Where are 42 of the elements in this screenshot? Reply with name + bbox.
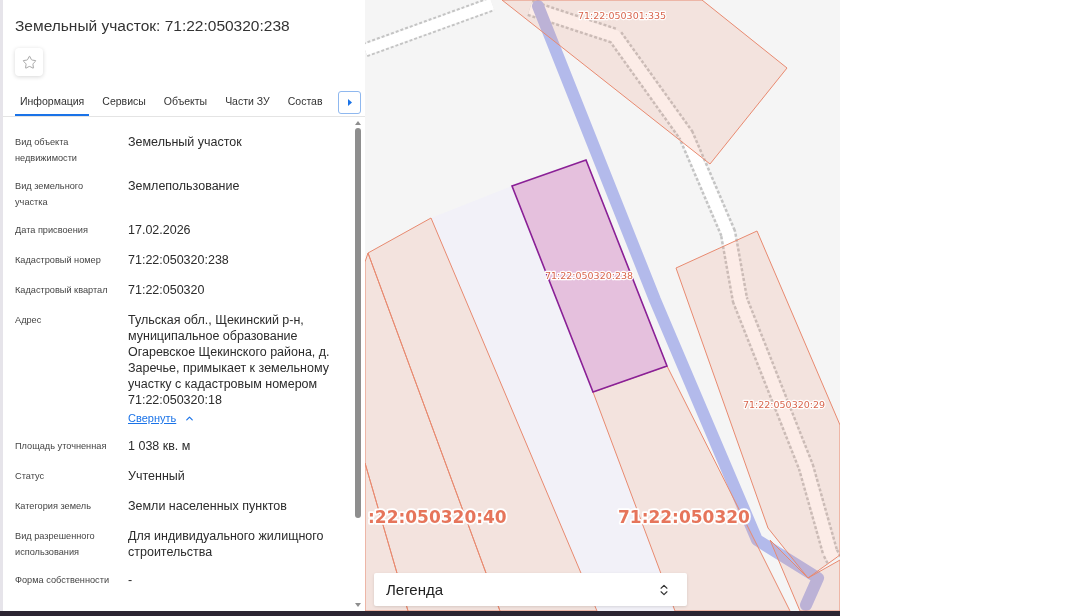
star-icon	[21, 54, 37, 70]
parcel-polygon[interactable]	[501, 0, 788, 165]
field-label: Кадастровый квартал	[15, 284, 109, 297]
field-label: Вид земельного участка	[15, 180, 85, 209]
field-value: Землепользование	[128, 178, 240, 194]
tab[interactable]: Сервисы	[97, 88, 151, 116]
field-label: Вид разрешенного использования	[15, 530, 96, 559]
scroll-up-icon[interactable]	[355, 121, 361, 125]
selected-parcel-polygon[interactable]	[510, 159, 669, 393]
tab[interactable]: Объекты	[158, 88, 213, 116]
field-value: -	[128, 572, 133, 588]
field-label: Дата присвоения	[15, 224, 89, 237]
legend-select[interactable]: Легенда	[374, 573, 687, 606]
field-value: 1 038 кв. м	[128, 438, 191, 454]
field-label: Категория земель	[15, 500, 92, 513]
field-value: Тульская обл., Щекинский р-н, муниципальное образование Огаревское Щекинского района, д. Заречье, примыкает к земельному участку с кадастровым номером 71:22:050320:18	[128, 312, 331, 408]
collapse-link[interactable]: Свернуть	[128, 410, 196, 426]
field-value: Земли населенных пунктов	[128, 498, 287, 514]
field-label: Форма собственности	[15, 574, 111, 587]
field-value: Учтенный	[128, 468, 185, 484]
field-value: Земельный участок	[128, 134, 242, 150]
tab[interactable]: Состав	[282, 88, 328, 116]
scroll-down-icon[interactable]	[355, 603, 361, 607]
parcel-polygon[interactable]	[769, 539, 840, 611]
favorite-button[interactable]	[15, 48, 43, 76]
caret-right-icon	[347, 98, 352, 106]
field-value: Для индивидуального жилищного строительства	[128, 528, 325, 560]
tabs-next-button[interactable]	[338, 90, 361, 114]
tab[interactable]: Информация	[15, 88, 90, 116]
field-value: 71:22:050320	[128, 282, 205, 298]
field-label: Вид объекта недвижимости	[15, 136, 78, 165]
field-value: 17.02.2026	[128, 222, 191, 238]
field-label: Кадастровый номер	[15, 254, 102, 267]
field-label: Адрес	[15, 314, 43, 327]
scrollbar-thumb[interactable]	[355, 128, 361, 518]
panel-title: Земельный участок: 71:22:050320:238	[15, 16, 290, 36]
field-value: 71:22:050320:238	[128, 252, 229, 268]
field-label: Площадь уточненная	[15, 440, 108, 453]
field-label: Статус	[15, 470, 46, 483]
parcel-number: 71:22:050301:335	[577, 10, 667, 21]
parcel-number: 71:22:050320:29	[742, 399, 826, 410]
tab[interactable]: Части ЗУ	[220, 88, 275, 116]
